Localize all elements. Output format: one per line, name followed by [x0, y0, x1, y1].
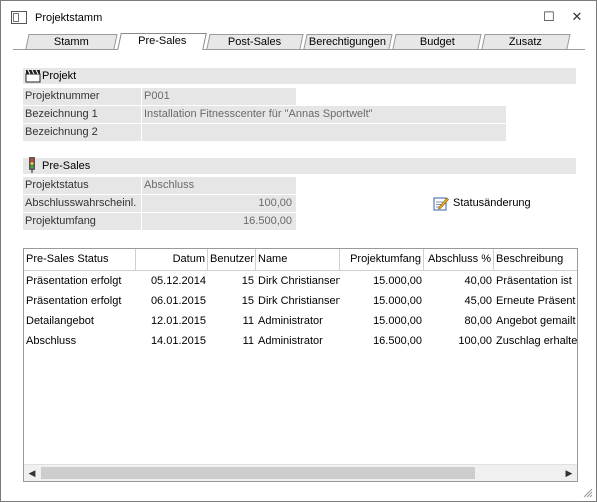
cell-projektumfang: 15.000,00	[373, 295, 422, 307]
cell-datum: 12.01.2015	[150, 315, 206, 327]
clapperboard-icon	[25, 69, 41, 83]
presales-section-header: Pre-Sales	[23, 157, 576, 174]
projektstamm-window: Projektstamm ☐ ✕ Stamm Pre-Sales Post-Sa…	[0, 0, 597, 502]
column-header-status[interactable]: Pre-Sales Status	[24, 249, 136, 270]
cell-benutzer: 11	[242, 335, 254, 347]
table-row[interactable]: Präsentation erfolgt 05.12.2014 15 Dirk …	[24, 271, 577, 291]
presales-status-grid[interactable]: Pre-Sales Status Datum Benutzer Name Pro…	[23, 248, 578, 482]
statusaenderung-label: Statusänderung	[453, 197, 531, 209]
cell-benutzer: 11	[242, 315, 254, 327]
app-window-icon	[11, 11, 27, 24]
cell-datum: 05.12.2014	[150, 275, 206, 287]
close-button[interactable]: ✕	[562, 7, 592, 27]
cell-datum: 14.01.2015	[150, 335, 206, 347]
cell-name: Administrator	[258, 335, 323, 347]
cell-name: Administrator	[258, 315, 323, 327]
table-row[interactable]: Detailangebot 12.01.2015 11 Administrato…	[24, 311, 577, 331]
tab-stamm[interactable]: Stamm	[25, 34, 118, 49]
cell-abschluss: 40,00	[464, 275, 492, 287]
cell-abschluss: 80,00	[464, 315, 492, 327]
tab-zusatz[interactable]: Zusatz	[481, 34, 571, 49]
cell-abschluss: 45,00	[464, 295, 492, 307]
cell-projektumfang: 15.000,00	[373, 275, 422, 287]
column-header-name[interactable]: Name	[256, 249, 340, 270]
column-header-abschluss[interactable]: Abschluss %	[424, 249, 494, 270]
projektnummer-label: Projektnummer	[23, 88, 141, 105]
cell-beschreibung: Zuschlag erhalte	[496, 335, 577, 347]
bezeichnung2-field[interactable]	[142, 124, 506, 141]
table-row[interactable]: Abschluss 14.01.2015 11 Administrator 16…	[24, 331, 577, 351]
tab-budget[interactable]: Budget	[392, 34, 482, 49]
cell-status: Präsentation erfolgt	[26, 275, 122, 287]
tab-strip: Stamm Pre-Sales Post-Sales Berechtigunge…	[13, 33, 585, 50]
grid-header: Pre-Sales Status Datum Benutzer Name Pro…	[24, 249, 577, 271]
cell-projektumfang: 16.500,00	[373, 335, 422, 347]
column-header-datum[interactable]: Datum	[136, 249, 208, 270]
bezeichnung2-label: Bezeichnung 2	[23, 124, 141, 141]
cell-projektumfang: 15.000,00	[373, 315, 422, 327]
cell-name: Dirk Christiansen	[258, 295, 340, 307]
projektstatus-label: Projektstatus	[23, 177, 141, 194]
tab-divider	[13, 49, 585, 50]
cell-datum: 06.01.2015	[150, 295, 206, 307]
projektstatus-field[interactable]: Abschluss	[142, 177, 296, 194]
scroll-right-button[interactable]: ▶	[562, 466, 576, 480]
edit-document-icon	[433, 197, 449, 211]
cell-status: Detailangebot	[26, 315, 94, 327]
horizontal-scrollbar[interactable]: ◀ ▶	[24, 464, 577, 481]
tab-berechtigungen[interactable]: Berechtigungen	[303, 34, 393, 49]
presales-header-label: Pre-Sales	[42, 160, 91, 172]
projektumfang-label: Projektumfang	[23, 213, 141, 230]
scroll-left-button[interactable]: ◀	[25, 466, 39, 480]
traffic-light-icon	[29, 157, 35, 173]
projektumfang-field[interactable]: 16.500,00	[142, 213, 296, 230]
cell-status: Abschluss	[26, 335, 77, 347]
column-header-beschreibung[interactable]: Beschreibung	[494, 249, 577, 270]
scrollbar-thumb[interactable]	[41, 467, 475, 479]
column-header-benutzer[interactable]: Benutzer	[208, 249, 256, 270]
tab-pre-sales[interactable]: Pre-Sales	[117, 33, 207, 50]
abschlusswahrscheinlichkeit-field[interactable]: 100,00	[142, 195, 296, 212]
bezeichnung1-field[interactable]: Installation Fitnesscenter für "Annas Sp…	[142, 106, 506, 123]
title-bar: Projektstamm ☐ ✕	[1, 1, 596, 31]
cell-name: Dirk Christiansen	[258, 275, 340, 287]
cell-beschreibung: Angebot gemailt	[496, 315, 576, 327]
cell-beschreibung: Erneute Präsent	[496, 295, 576, 307]
projekt-section-header: Projekt	[23, 68, 576, 84]
cell-benutzer: 15	[241, 275, 254, 287]
bezeichnung1-label: Bezeichnung 1	[23, 106, 141, 123]
cell-status: Präsentation erfolgt	[26, 295, 122, 307]
projektnummer-field[interactable]: P001	[142, 88, 296, 105]
cell-beschreibung: Präsentation ist	[496, 275, 572, 287]
abschlusswahrscheinlichkeit-label: Abschlusswahrscheinl.	[23, 195, 141, 212]
cell-abschluss: 100,00	[458, 335, 492, 347]
maximize-button[interactable]: ☐	[534, 7, 564, 27]
table-row[interactable]: Präsentation erfolgt 06.01.2015 15 Dirk …	[24, 291, 577, 311]
resize-grip-icon[interactable]	[581, 486, 593, 498]
column-header-projektumfang[interactable]: Projektumfang	[340, 249, 424, 270]
tab-post-sales[interactable]: Post-Sales	[206, 34, 304, 49]
cell-benutzer: 15	[241, 295, 254, 307]
projekt-header-label: Projekt	[42, 70, 77, 82]
window-title: Projektstamm	[35, 12, 103, 24]
